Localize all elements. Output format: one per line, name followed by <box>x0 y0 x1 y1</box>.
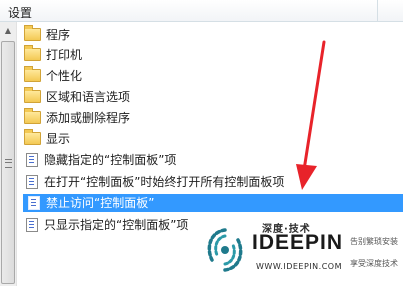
column-header-title: 设置 <box>8 6 33 20</box>
list-item-folder[interactable]: 区域和语言选项 <box>21 87 134 106</box>
list-item-label: 添加或删除程序 <box>46 111 131 125</box>
list-item-folder[interactable]: 打印机 <box>21 45 86 64</box>
list-item-label: 隐藏指定的“控制面板”项 <box>44 153 177 167</box>
list-item-label: 区域和语言选项 <box>46 90 131 104</box>
grip-icon <box>5 159 12 168</box>
list-item-setting[interactable]: 隐藏指定的“控制面板”项 <box>21 151 180 169</box>
policy-setting-icon <box>28 195 40 210</box>
list-item-folder[interactable]: 个性化 <box>21 66 86 85</box>
folder-icon <box>24 129 41 145</box>
column-header[interactable]: 设置 <box>0 0 403 22</box>
scroll-up-arrow-icon[interactable]: ▲ <box>0 22 16 39</box>
list-item-label: 在打开“控制面板”时始终打开所有控制面板项 <box>44 175 285 189</box>
ideepin-logo-icon <box>207 228 243 272</box>
policy-setting-icon <box>26 152 38 167</box>
vertical-scrollbar[interactable]: ▲ <box>0 22 17 286</box>
list-item-label: 禁止访问“控制面板” <box>46 196 155 210</box>
list-item-label: 打印机 <box>46 48 83 62</box>
column-divider[interactable] <box>377 0 378 22</box>
watermark-url: WWW.IDEEPIN.COM <box>256 262 342 271</box>
folder-icon <box>24 87 41 103</box>
policy-setting-icon <box>26 174 38 189</box>
list-item-label: 程序 <box>46 28 71 42</box>
list-item-folder[interactable]: 显示 <box>21 129 74 148</box>
list-item-label: 只显示指定的“控制面板”项 <box>44 218 189 232</box>
list-item-folder[interactable]: 程序 <box>21 25 74 44</box>
list-item-label: 显示 <box>46 132 71 146</box>
list-item-label: 个性化 <box>46 69 83 83</box>
scroll-thumb[interactable] <box>1 41 15 284</box>
watermark-slogan: 告别繁琐安装 <box>350 237 398 246</box>
folder-icon <box>24 45 41 61</box>
policy-setting-icon <box>26 217 38 232</box>
folder-icon <box>24 66 41 82</box>
watermark: 深度·技术 IDEEPIN WWW.IDEEPIN.COM 告别繁琐安装 享受深… <box>200 218 403 286</box>
list-item-setting[interactable]: 只显示指定的“控制面板”项 <box>21 216 192 234</box>
watermark-slogan: 享受深度技术 <box>350 259 398 268</box>
list-item-setting-selected[interactable]: 禁止访问“控制面板” <box>23 194 403 212</box>
list-item-setting[interactable]: 在打开“控制面板”时始终打开所有控制面板项 <box>21 173 288 191</box>
watermark-brand: IDEEPIN <box>252 231 344 254</box>
list-item-folder[interactable]: 添加或删除程序 <box>21 108 134 127</box>
folder-icon <box>24 25 41 41</box>
folder-icon <box>24 108 41 124</box>
